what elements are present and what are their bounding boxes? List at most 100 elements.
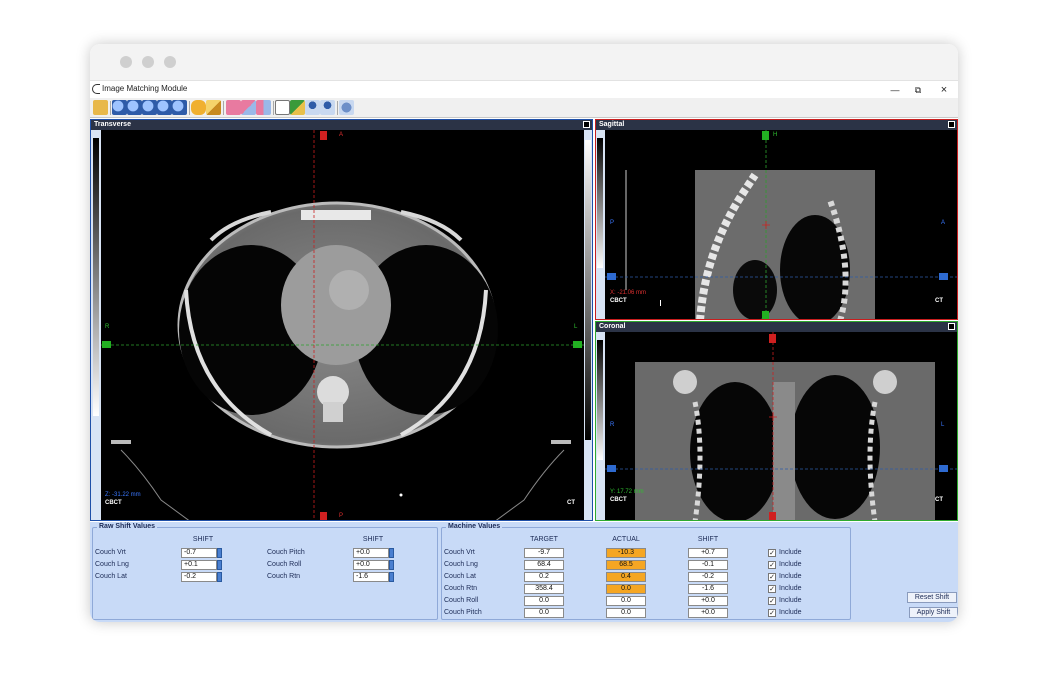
chrome-dot	[120, 56, 132, 68]
raw-shift-group: Raw Shift Values SHIFT SHIFT Couch Vrt -…	[92, 523, 438, 620]
include-checkbox[interactable]: ✓	[768, 573, 776, 581]
raw-shift-title: Raw Shift Values	[97, 523, 158, 530]
toolbar	[90, 98, 958, 118]
crosshair-handle-right[interactable]	[939, 273, 948, 280]
hand-pan-icon[interactable]	[191, 100, 206, 115]
apply-shift-button[interactable]: Apply Shift	[909, 607, 958, 618]
crosshair-handle-top[interactable]	[320, 131, 327, 140]
crosshair-handle-left[interactable]	[607, 465, 616, 472]
raw-shift-field[interactable]: +0.0	[353, 560, 389, 570]
split-icon[interactable]	[256, 100, 271, 115]
machine-row-label: Couch Lat	[444, 573, 476, 580]
zoom-out-icon[interactable]	[127, 100, 142, 115]
include-checkbox[interactable]: ✓	[768, 585, 776, 593]
restore-button[interactable]: ⧉	[910, 83, 926, 97]
spinner-icon[interactable]	[389, 548, 394, 558]
title-bar: Image Matching Module — ⧉ ×	[90, 80, 958, 98]
target-value: 0.0	[524, 608, 564, 618]
raw-shift-field[interactable]: -1.6	[353, 572, 389, 582]
spinner-icon[interactable]	[389, 560, 394, 570]
person-icon[interactable]	[305, 100, 320, 115]
actual-value: -10.3	[606, 548, 646, 558]
reset-shift-button[interactable]: Reset Shift	[907, 592, 957, 603]
blend-icon[interactable]	[241, 100, 256, 115]
app-logo-icon	[92, 84, 100, 94]
coronal-viewer[interactable]: Coronal R L Y: 17.72 mm CBCT CT	[595, 321, 958, 521]
pencil-icon[interactable]	[206, 100, 221, 115]
machine-row-label: Couch Lng	[444, 561, 478, 568]
crosshair-handle-right[interactable]	[573, 341, 582, 348]
include-label: Include	[779, 561, 802, 568]
window-level-slider-right[interactable]	[584, 130, 592, 520]
zoom-fit-icon[interactable]	[142, 100, 157, 115]
window-level-gradient	[585, 140, 591, 440]
crosshair-handle-bottom[interactable]	[769, 512, 776, 520]
crosshair-handle-bottom[interactable]	[762, 311, 769, 319]
raw-shift-field[interactable]: -0.7	[181, 548, 217, 558]
include-checkbox[interactable]: ✓	[768, 609, 776, 617]
coronal-title: Coronal	[599, 323, 626, 330]
maximize-icon[interactable]	[948, 121, 955, 128]
crosshair-handle-bottom[interactable]	[320, 512, 327, 520]
minimize-button[interactable]: —	[887, 83, 903, 97]
sagittal-viewer[interactable]: Sagittal H P A X: -21.06 mm CBCT CT	[595, 119, 958, 320]
include-checkbox[interactable]: ✓	[768, 561, 776, 569]
machine-values-title: Machine Values	[446, 523, 503, 530]
machine-row-label: Couch Pitch	[444, 609, 482, 616]
close-button[interactable]: ×	[936, 83, 952, 97]
toolbar-separator	[337, 101, 338, 115]
window-level-slider[interactable]	[596, 130, 605, 319]
shift-header: SHIFT	[697, 536, 719, 543]
crosshair-handle-left[interactable]	[607, 273, 616, 280]
toolbar-separator	[223, 101, 224, 115]
orientation-tag-top: A	[339, 132, 344, 138]
actual-value: 0.0	[606, 584, 646, 594]
maximize-icon[interactable]	[948, 323, 955, 330]
shift-value: +0.0	[688, 596, 728, 606]
shift-value: -0.2	[688, 572, 728, 582]
sagittal-ct-image	[605, 130, 957, 319]
window-level-gradient	[597, 138, 603, 268]
zoom-in-icon[interactable]	[112, 100, 127, 115]
raw-shift-field[interactable]: +0.0	[353, 548, 389, 558]
orientation-tag-left: P	[610, 220, 615, 226]
raw-shift-field[interactable]: -0.2	[181, 572, 217, 582]
target-value: 358.4	[524, 584, 564, 594]
window-level-slider[interactable]	[91, 130, 101, 520]
transverse-viewer[interactable]: Transverse A P R L Z: -31.22 mm CBCT CT	[90, 119, 593, 521]
maximize-icon[interactable]	[583, 121, 590, 128]
raw-shift-field[interactable]: +0.1	[181, 560, 217, 570]
orientation-tag-right: L	[941, 422, 945, 428]
window-level-slider[interactable]	[596, 332, 605, 520]
spinner-icon[interactable]	[217, 560, 222, 570]
zoom-reset-icon[interactable]	[172, 100, 187, 115]
crosshair-handle-left[interactable]	[102, 341, 111, 348]
crosshair-handle-right[interactable]	[939, 465, 948, 472]
crosshair-handle-top[interactable]	[762, 131, 769, 140]
sagittal-title: Sagittal	[599, 121, 625, 128]
cbct-label: CBCT	[610, 298, 627, 304]
overlay-icon[interactable]	[226, 100, 241, 115]
actual-value: 0.4	[606, 572, 646, 582]
coronal-ct-image	[605, 332, 957, 520]
raw-row-label: Couch Roll	[267, 561, 302, 568]
include-checkbox[interactable]: ✓	[768, 597, 776, 605]
target-value: 68.4	[524, 560, 564, 570]
include-checkbox[interactable]: ✓	[768, 549, 776, 557]
spinner-icon[interactable]	[217, 548, 222, 558]
page-icon[interactable]	[275, 100, 290, 115]
sagittal-header: Sagittal	[596, 120, 957, 130]
slice-coordinate: X: -21.06 mm	[610, 290, 647, 296]
open-icon[interactable]	[93, 100, 108, 115]
cbct-label: CBCT	[105, 500, 122, 506]
match-icon[interactable]	[290, 100, 305, 115]
crosshair-handle-top[interactable]	[769, 334, 776, 343]
settings-icon[interactable]	[339, 100, 354, 115]
spinner-icon[interactable]	[217, 572, 222, 582]
raw-row-label: Couch Pitch	[267, 549, 305, 556]
transverse-ct-image	[101, 130, 584, 520]
target-value: -9.7	[524, 548, 564, 558]
zoom-region-icon[interactable]	[157, 100, 172, 115]
spinner-icon[interactable]	[389, 572, 394, 582]
person-2-icon[interactable]	[320, 100, 335, 115]
